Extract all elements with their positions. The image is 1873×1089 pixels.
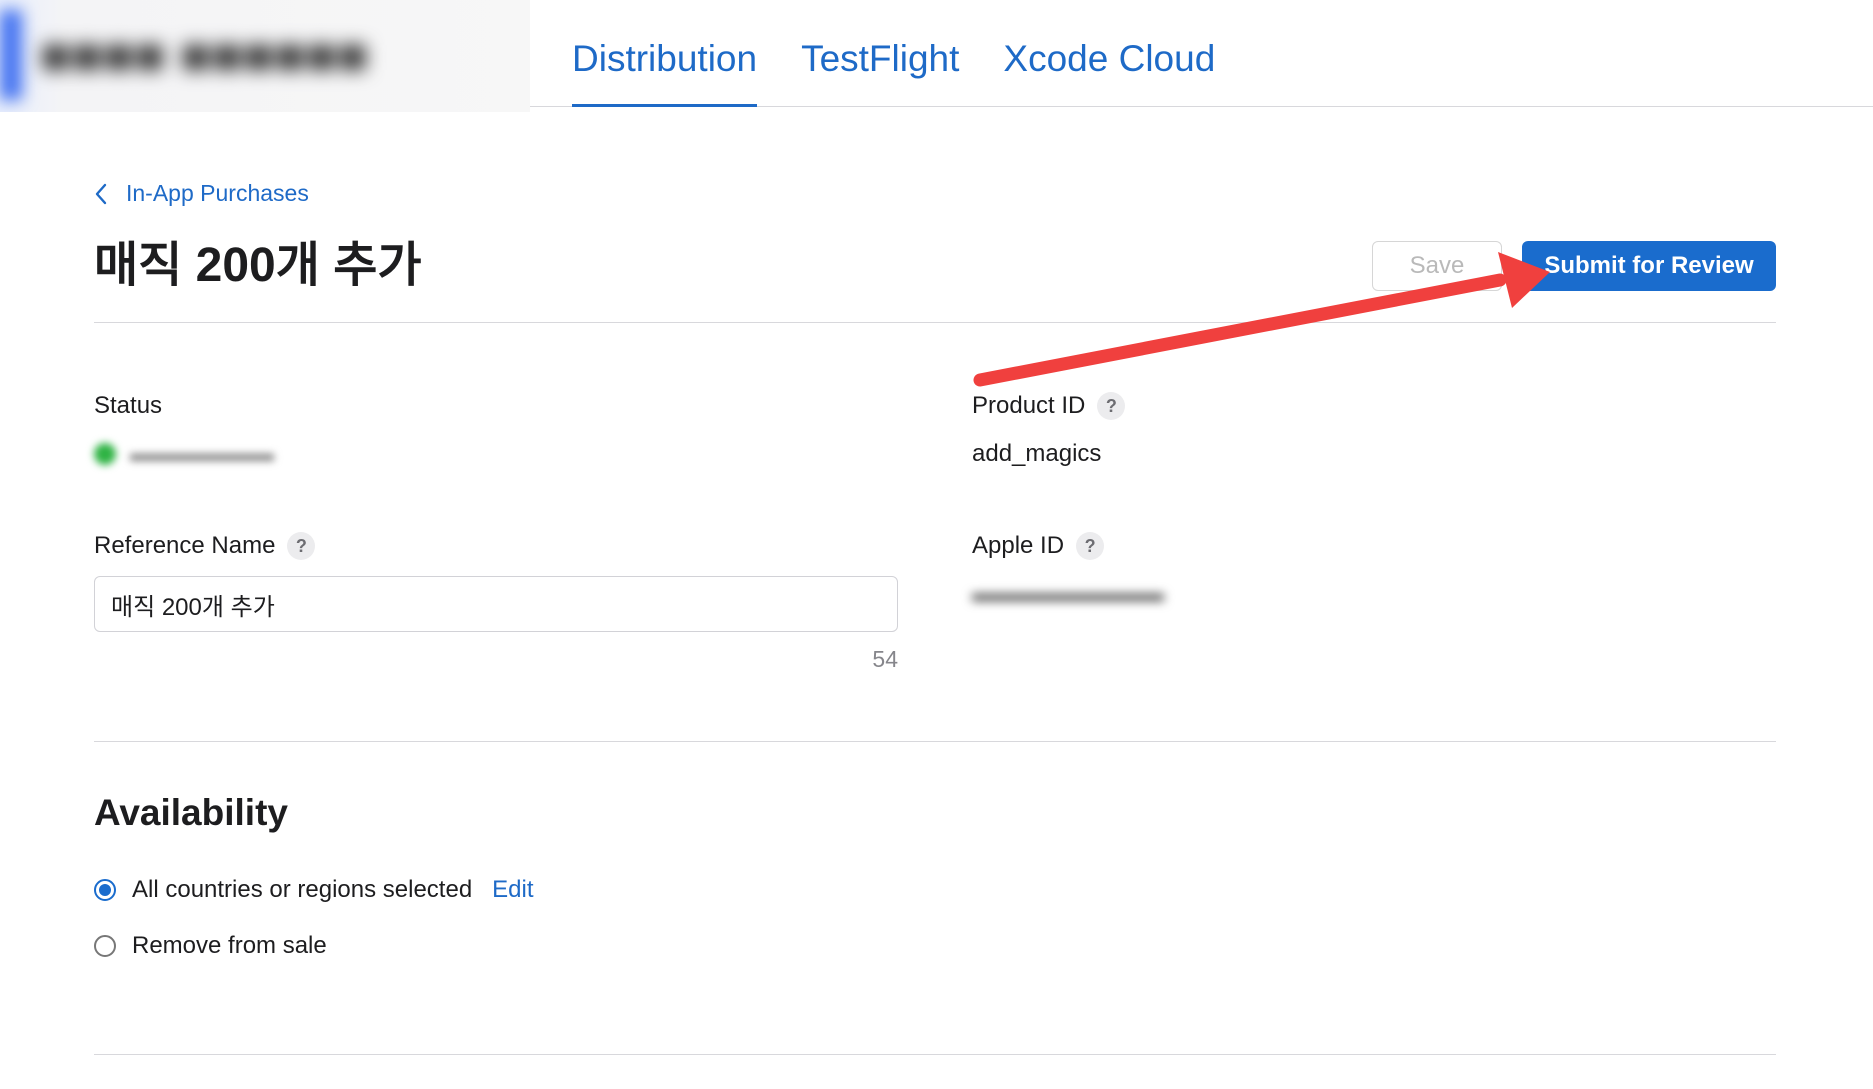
header-divider	[94, 322, 1776, 323]
apple-id-label: Apple ID ?	[972, 532, 1105, 560]
apple-id-value-redacted: ▬▬▬▬▬▬▬▬	[972, 580, 1164, 607]
submit-for-review-button[interactable]: Submit for Review	[1522, 241, 1776, 291]
save-button[interactable]: Save	[1372, 241, 1502, 291]
app-name-redacted: ■■■■ ■■■■■■	[0, 0, 530, 112]
reference-name-label: Reference Name ?	[94, 532, 316, 560]
help-icon[interactable]: ?	[287, 532, 316, 560]
availability-option-remove[interactable]: Remove from sale	[94, 932, 327, 960]
reference-name-label-text: Reference Name	[94, 532, 276, 559]
help-icon[interactable]: ?	[1076, 532, 1105, 560]
status-dot-icon	[94, 443, 116, 465]
main-tabs: Distribution TestFlight Xcode Cloud	[572, 0, 1215, 107]
status-value-redacted: ▬▬▬▬▬▬	[94, 440, 274, 468]
page-title: 매직 200개 추가	[94, 239, 422, 292]
bottom-divider	[94, 1054, 1776, 1055]
top-navigation-bar: ■■■■ ■■■■■■ Distribution TestFlight Xcod…	[0, 0, 1873, 112]
reference-name-input[interactable]	[94, 576, 898, 632]
product-id-value: add_magics	[972, 440, 1102, 467]
breadcrumb-back-link[interactable]: In-App Purchases	[94, 180, 309, 207]
availability-title: Availability	[94, 792, 288, 833]
product-id-label-text: Product ID	[972, 392, 1086, 419]
edit-countries-link[interactable]: Edit	[492, 876, 533, 904]
availability-option-all[interactable]: All countries or regions selected Edit	[94, 876, 534, 904]
redacted-app-title: ■■■■ ■■■■■■	[40, 27, 369, 85]
app-icon-redacted	[0, 10, 22, 100]
fields-divider	[94, 741, 1776, 742]
tab-testflight[interactable]: TestFlight	[801, 0, 959, 106]
apple-id-label-text: Apple ID	[972, 532, 1065, 559]
option-all-label: All countries or regions selected	[132, 876, 473, 903]
radio-checked[interactable]	[94, 879, 116, 901]
status-label: Status	[94, 392, 162, 420]
tab-distribution[interactable]: Distribution	[572, 0, 758, 107]
radio-unchecked[interactable]	[94, 935, 116, 957]
chevron-left-icon	[94, 183, 108, 205]
tab-xcode-cloud[interactable]: Xcode Cloud	[1003, 0, 1215, 106]
reference-name-char-count: 54	[872, 646, 898, 672]
status-label-text: Status	[94, 392, 163, 419]
redacted-status-text: ▬▬▬▬▬▬	[130, 440, 274, 467]
product-id-label: Product ID ?	[972, 392, 1126, 420]
option-remove-label: Remove from sale	[132, 932, 327, 959]
help-icon[interactable]: ?	[1097, 392, 1126, 420]
breadcrumb-label: In-App Purchases	[126, 180, 309, 206]
